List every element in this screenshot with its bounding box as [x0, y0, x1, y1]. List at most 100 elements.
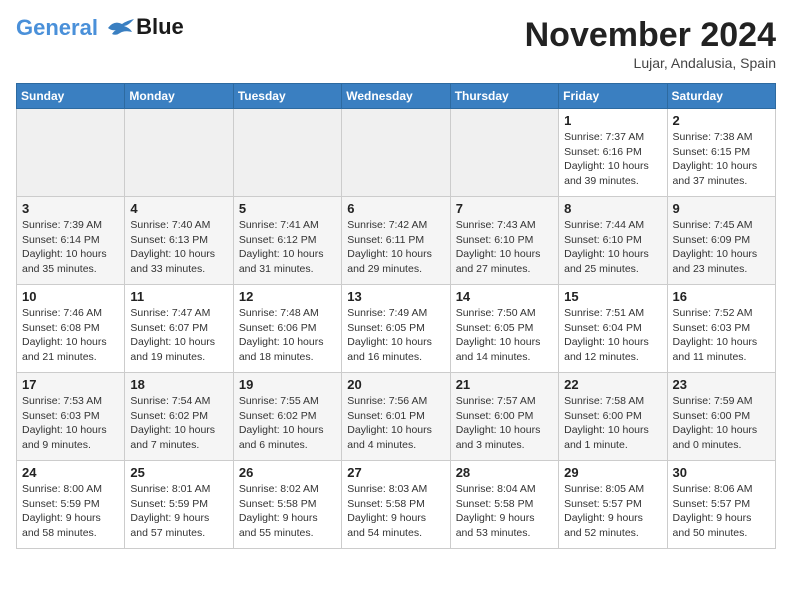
day-cell: 5Sunrise: 7:41 AMSunset: 6:12 PMDaylight…: [233, 197, 341, 285]
day-cell: 26 Sunrise: 8:02 AMSunset: 5:58 PMDayligh…: [233, 461, 341, 549]
logo: General Blue: [16, 16, 184, 40]
day-cell: 30 Sunrise: 8:06 AMSunset: 5:57 PMDayligh…: [667, 461, 775, 549]
day-number: 14: [456, 289, 553, 304]
logo-bird-icon: [106, 18, 136, 40]
day-number: 23: [673, 377, 770, 392]
day-cell: 6 Sunrise: 7:42 AMSunset: 6:11 PMDaylight…: [342, 197, 450, 285]
day-info: Sunrise: 7:54 AMSunset: 6:02 PMDaylight:…: [130, 394, 227, 453]
day-info: Sunrise: 7:59 AMSunset: 6:00 PMDaylight:…: [673, 394, 770, 453]
week-row-3: 10 Sunrise: 7:46 AMSunset: 6:08 PMDayligh…: [17, 285, 776, 373]
day-cell: 2Sunrise: 7:38 AMSunset: 6:15 PMDaylight…: [667, 109, 775, 197]
day-info: Sunrise: 7:37 AMSunset: 6:16 PMDaylight:…: [564, 130, 661, 189]
day-number: 15: [564, 289, 661, 304]
day-info: Sunrise: 8:05 AMSunset: 5:57 PMDaylight:…: [564, 482, 661, 541]
day-number: 19: [239, 377, 336, 392]
day-cell: 14 Sunrise: 7:50 AMSunset: 6:05 PMDayligh…: [450, 285, 558, 373]
day-number: 17: [22, 377, 119, 392]
day-number: 18: [130, 377, 227, 392]
day-cell: 7Sunrise: 7:43 AMSunset: 6:10 PMDaylight…: [450, 197, 558, 285]
day-info: Sunrise: 7:55 AMSunset: 6:02 PMDaylight:…: [239, 394, 336, 453]
day-info: Sunrise: 7:53 AMSunset: 6:03 PMDaylight:…: [22, 394, 119, 453]
day-number: 1: [564, 113, 661, 128]
day-info: Sunrise: 7:49 AMSunset: 6:05 PMDaylight:…: [347, 306, 444, 365]
day-number: 5: [239, 201, 336, 216]
day-cell: 29Sunrise: 8:05 AMSunset: 5:57 PMDayligh…: [559, 461, 667, 549]
week-row-5: 24 Sunrise: 8:00 AMSunset: 5:59 PMDayligh…: [17, 461, 776, 549]
logo-blue: Blue: [136, 14, 184, 40]
weekday-header-friday: Friday: [559, 84, 667, 109]
week-row-2: 3Sunrise: 7:39 AMSunset: 6:14 PMDaylight…: [17, 197, 776, 285]
day-info: Sunrise: 8:02 AMSunset: 5:58 PMDaylight:…: [239, 482, 336, 541]
weekday-header-thursday: Thursday: [450, 84, 558, 109]
day-info: Sunrise: 7:44 AMSunset: 6:10 PMDaylight:…: [564, 218, 661, 277]
day-number: 24: [22, 465, 119, 480]
day-number: 6: [347, 201, 444, 216]
calendar-table: SundayMondayTuesdayWednesdayThursdayFrid…: [16, 83, 776, 549]
week-row-1: 1 Sunrise: 7:37 AMSunset: 6:16 PMDaylight…: [17, 109, 776, 197]
day-info: Sunrise: 7:42 AMSunset: 6:11 PMDaylight:…: [347, 218, 444, 277]
day-info: Sunrise: 7:57 AMSunset: 6:00 PMDaylight:…: [456, 394, 553, 453]
day-info: Sunrise: 7:47 AMSunset: 6:07 PMDaylight:…: [130, 306, 227, 365]
day-cell: [342, 109, 450, 197]
day-info: Sunrise: 8:00 AMSunset: 5:59 PMDaylight:…: [22, 482, 119, 541]
day-info: Sunrise: 8:06 AMSunset: 5:57 PMDaylight:…: [673, 482, 770, 541]
day-number: 26: [239, 465, 336, 480]
day-cell: 17 Sunrise: 7:53 AMSunset: 6:03 PMDayligh…: [17, 373, 125, 461]
location: Lujar, Andalusia, Spain: [525, 55, 776, 71]
day-number: 27: [347, 465, 444, 480]
day-cell: 12Sunrise: 7:48 AMSunset: 6:06 PMDayligh…: [233, 285, 341, 373]
day-number: 30: [673, 465, 770, 480]
day-info: Sunrise: 7:56 AMSunset: 6:01 PMDaylight:…: [347, 394, 444, 453]
day-cell: [450, 109, 558, 197]
day-cell: 8 Sunrise: 7:44 AMSunset: 6:10 PMDaylight…: [559, 197, 667, 285]
day-cell: 19 Sunrise: 7:55 AMSunset: 6:02 PMDayligh…: [233, 373, 341, 461]
day-cell: 23 Sunrise: 7:59 AMSunset: 6:00 PMDayligh…: [667, 373, 775, 461]
day-cell: 13 Sunrise: 7:49 AMSunset: 6:05 PMDayligh…: [342, 285, 450, 373]
day-cell: 27Sunrise: 8:03 AMSunset: 5:58 PMDayligh…: [342, 461, 450, 549]
day-number: 25: [130, 465, 227, 480]
day-info: Sunrise: 7:40 AMSunset: 6:13 PMDaylight:…: [130, 218, 227, 277]
day-number: 8: [564, 201, 661, 216]
day-cell: 9 Sunrise: 7:45 AMSunset: 6:09 PMDaylight…: [667, 197, 775, 285]
day-cell: 3Sunrise: 7:39 AMSunset: 6:14 PMDaylight…: [17, 197, 125, 285]
day-cell: 18 Sunrise: 7:54 AMSunset: 6:02 PMDayligh…: [125, 373, 233, 461]
day-cell: 22Sunrise: 7:58 AMSunset: 6:00 PMDayligh…: [559, 373, 667, 461]
day-cell: 11 Sunrise: 7:47 AMSunset: 6:07 PMDayligh…: [125, 285, 233, 373]
day-cell: [17, 109, 125, 197]
day-number: 3: [22, 201, 119, 216]
day-cell: [125, 109, 233, 197]
day-info: Sunrise: 7:52 AMSunset: 6:03 PMDaylight:…: [673, 306, 770, 365]
day-info: Sunrise: 7:43 AMSunset: 6:10 PMDaylight:…: [456, 218, 553, 277]
day-info: Sunrise: 7:46 AMSunset: 6:08 PMDaylight:…: [22, 306, 119, 365]
day-number: 10: [22, 289, 119, 304]
day-info: Sunrise: 8:04 AMSunset: 5:58 PMDaylight:…: [456, 482, 553, 541]
title-block: November 2024 Lujar, Andalusia, Spain: [525, 16, 776, 71]
day-cell: 25Sunrise: 8:01 AMSunset: 5:59 PMDayligh…: [125, 461, 233, 549]
day-cell: 24 Sunrise: 8:00 AMSunset: 5:59 PMDayligh…: [17, 461, 125, 549]
day-number: 21: [456, 377, 553, 392]
day-number: 11: [130, 289, 227, 304]
day-cell: 10 Sunrise: 7:46 AMSunset: 6:08 PMDayligh…: [17, 285, 125, 373]
page-header: General Blue November 2024 Lujar, Andalu…: [16, 16, 776, 71]
day-info: Sunrise: 7:48 AMSunset: 6:06 PMDaylight:…: [239, 306, 336, 365]
weekday-header-sunday: Sunday: [17, 84, 125, 109]
weekday-header-row: SundayMondayTuesdayWednesdayThursdayFrid…: [17, 84, 776, 109]
day-cell: 1 Sunrise: 7:37 AMSunset: 6:16 PMDaylight…: [559, 109, 667, 197]
day-cell: 16 Sunrise: 7:52 AMSunset: 6:03 PMDayligh…: [667, 285, 775, 373]
day-number: 4: [130, 201, 227, 216]
day-info: Sunrise: 7:45 AMSunset: 6:09 PMDaylight:…: [673, 218, 770, 277]
day-cell: 4 Sunrise: 7:40 AMSunset: 6:13 PMDaylight…: [125, 197, 233, 285]
day-number: 13: [347, 289, 444, 304]
day-number: 20: [347, 377, 444, 392]
day-number: 16: [673, 289, 770, 304]
weekday-header-wednesday: Wednesday: [342, 84, 450, 109]
day-number: 9: [673, 201, 770, 216]
day-cell: 15Sunrise: 7:51 AMSunset: 6:04 PMDayligh…: [559, 285, 667, 373]
weekday-header-monday: Monday: [125, 84, 233, 109]
weekday-header-tuesday: Tuesday: [233, 84, 341, 109]
day-number: 28: [456, 465, 553, 480]
day-cell: [233, 109, 341, 197]
day-cell: 28 Sunrise: 8:04 AMSunset: 5:58 PMDayligh…: [450, 461, 558, 549]
month-title: November 2024: [525, 16, 776, 55]
day-info: Sunrise: 7:50 AMSunset: 6:05 PMDaylight:…: [456, 306, 553, 365]
